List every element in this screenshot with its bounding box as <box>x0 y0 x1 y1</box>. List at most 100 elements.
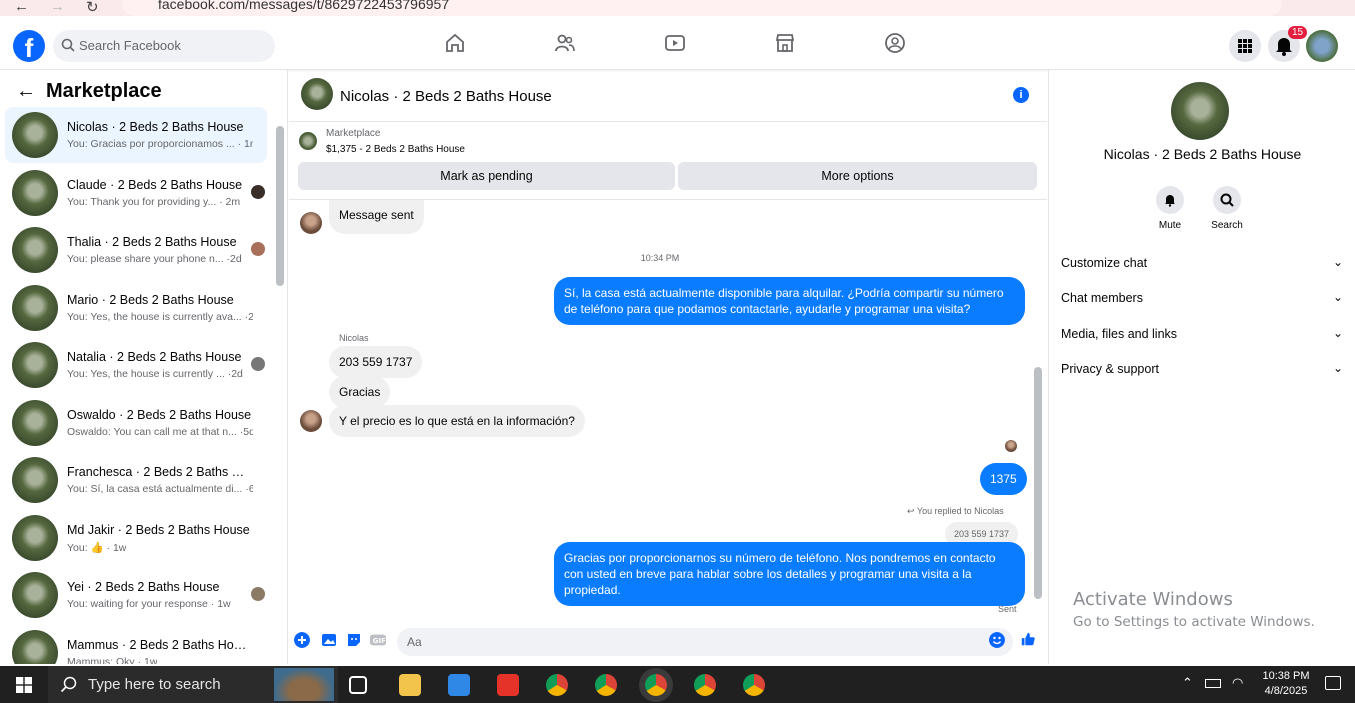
activate-windows-subtitle: Go to Settings to activate Windows. <box>1073 614 1315 630</box>
message-thread-scrollbar[interactable] <box>1034 367 1042 599</box>
reply-indicator: ↩ You replied to Nicolas <box>907 506 1004 516</box>
customize-chat-section[interactable]: Customize chat ⌄ <box>1061 255 1343 270</box>
conversation-item[interactable]: Franchesca · 2 Beds 2 Baths Ho... You: S… <box>5 452 267 508</box>
avatar[interactable] <box>1171 82 1229 140</box>
photo-icon[interactable] <box>321 632 337 648</box>
conversation-preview: You: Yes, the house is currently ... ·2d <box>67 368 243 380</box>
chat-title[interactable]: Nicolas · 2 Beds 2 Baths House <box>340 88 552 105</box>
marketplace-icon[interactable] <box>774 32 796 54</box>
chevron-down-icon: ⌄ <box>1332 290 1343 304</box>
conversation-item[interactable]: Claude · 2 Beds 2 Baths House You: Thank… <box>5 165 267 221</box>
seen-avatar-icon <box>251 185 265 199</box>
chat-header: Nicolas · 2 Beds 2 Baths House i <box>289 70 1047 122</box>
wps-office-icon[interactable] <box>497 674 519 696</box>
sender-name: Nicolas <box>339 333 369 343</box>
marketplace-label: Marketplace <box>326 128 381 139</box>
chat-details-panel: Nicolas · 2 Beds 2 Baths House Mute Sear… <box>1048 70 1355 664</box>
conversation-item[interactable]: Oswaldo · 2 Beds 2 Baths House Oswaldo: … <box>5 395 267 451</box>
taskbar-clock[interactable]: 10:38 PM 4/8/2025 <box>1256 669 1316 699</box>
windows-start-icon[interactable] <box>16 677 32 693</box>
chat-members-section[interactable]: Chat members ⌄ <box>1061 290 1343 305</box>
message-bubble-outgoing: 1375 <box>980 463 1027 495</box>
conversation-name: Franchesca · 2 Beds 2 Baths Ho... <box>67 465 253 479</box>
sender-avatar <box>300 410 322 432</box>
info-icon[interactable]: i <box>1013 87 1029 103</box>
back-arrow-icon[interactable]: ← <box>16 80 36 102</box>
seen-avatar-icon <box>1005 440 1017 452</box>
facebook-logo-icon[interactable]: f <box>13 30 45 63</box>
reload-icon[interactable]: ↻ <box>86 0 99 16</box>
conversation-name: Oswaldo · 2 Beds 2 Baths House <box>67 408 252 422</box>
message-input[interactable]: Aa <box>397 628 1013 656</box>
chrome-profile-icon[interactable] <box>595 674 617 696</box>
search-highlight-image <box>274 668 334 701</box>
conversation-preview: You: Gracias por proporcionamos ... · 1m <box>67 138 253 150</box>
conversation-item[interactable]: Md Jakir · 2 Beds 2 Baths House You: 👍 ·… <box>5 510 267 566</box>
conversation-item[interactable]: Natalia · 2 Beds 2 Baths House You: Yes,… <box>5 337 267 393</box>
emoji-icon[interactable] <box>989 632 1005 648</box>
media-files-links-section[interactable]: Media, files and links ⌄ <box>1061 326 1343 341</box>
seen-avatar-icon <box>251 357 265 371</box>
avatar <box>12 400 58 446</box>
address-bar[interactable]: facebook.com/messages/t/8629722453796957 <box>122 0 1282 16</box>
task-view-icon[interactable] <box>349 676 367 694</box>
mark-as-pending-button[interactable]: Mark as pending <box>298 162 675 190</box>
sticker-icon[interactable] <box>346 632 362 648</box>
microsoft-store-icon[interactable] <box>448 674 470 696</box>
listing-price[interactable]: $1,375 - 2 Beds 2 Baths House <box>326 144 465 155</box>
conversation-preview: You: waiting for your response · 1w <box>67 598 231 610</box>
back-arrow-icon[interactable]: ← <box>14 0 29 15</box>
conversation-preview: You: Sí, la casa está actualmente di... … <box>67 483 253 495</box>
windows-taskbar: Type here to search ⌃ ◠ 10:38 PM 4/8/202… <box>0 666 1355 703</box>
search-in-chat-button[interactable]: Search <box>1197 186 1257 231</box>
avatar[interactable] <box>301 78 333 110</box>
mute-button[interactable]: Mute <box>1140 186 1200 231</box>
chrome-profile-icon[interactable] <box>694 674 716 696</box>
gif-icon[interactable]: GIF <box>370 632 386 648</box>
profile-avatar[interactable] <box>1306 30 1338 62</box>
conversation-name: Yei · 2 Beds 2 Baths House <box>67 580 220 594</box>
home-icon[interactable] <box>444 32 466 54</box>
notification-count-badge: 15 <box>1288 26 1308 39</box>
conversation-name: Md Jakir · 2 Beds 2 Baths House <box>67 523 250 537</box>
facebook-search-input[interactable]: Search Facebook <box>53 30 275 62</box>
conversation-name: Claude · 2 Beds 2 Baths House <box>67 178 243 192</box>
message-bubble-incoming: 203 559 1737 <box>329 346 423 378</box>
friends-icon[interactable] <box>554 32 576 54</box>
conversation-name: Thalia · 2 Beds 2 Baths House <box>67 235 237 249</box>
message-bubble-incoming: Gracias <box>329 376 391 408</box>
conversation-item[interactable]: Yei · 2 Beds 2 Baths House You: waiting … <box>5 567 267 623</box>
conversation-item[interactable]: Mario · 2 Beds 2 Baths House You: Yes, t… <box>5 280 267 336</box>
wifi-icon[interactable]: ◠ <box>1232 675 1243 691</box>
plus-icon[interactable] <box>294 632 310 648</box>
avatar <box>12 227 58 273</box>
menu-grid-icon[interactable] <box>1229 30 1261 62</box>
forward-arrow-icon[interactable]: → <box>50 0 65 15</box>
listing-thumbnail[interactable] <box>299 132 317 150</box>
conversation-item[interactable]: Mammus · 2 Beds 2 Baths House Mammus: Ok… <box>5 625 267 664</box>
chrome-profile-icon[interactable] <box>743 674 765 696</box>
groups-icon[interactable] <box>884 32 906 54</box>
reply-arrow-icon: ↩ <box>907 506 915 516</box>
search-icon <box>61 38 75 52</box>
conversation-item[interactable]: Nicolas · 2 Beds 2 Baths House You: Grac… <box>5 107 267 163</box>
battery-icon[interactable] <box>1205 679 1221 688</box>
contact-name: Nicolas · 2 Beds 2 Baths House <box>1103 146 1302 162</box>
message-status: Sent <box>998 604 1017 614</box>
marketplace-heading: ← Marketplace <box>16 80 162 102</box>
taskbar-search-input[interactable]: Type here to search <box>48 666 338 703</box>
notifications-center-icon[interactable] <box>1325 676 1341 690</box>
conversation-list-scrollbar[interactable] <box>276 126 284 286</box>
conversation-preview: You: please share your phone n... ·2d <box>67 253 242 265</box>
thumbs-up-icon[interactable] <box>1020 631 1036 647</box>
message-bubble-incoming: Message sent <box>329 200 424 234</box>
chevron-up-icon[interactable]: ⌃ <box>1182 675 1193 691</box>
privacy-support-section[interactable]: Privacy & support ⌄ <box>1061 361 1343 376</box>
video-icon[interactable] <box>664 32 686 54</box>
conversation-preview: You: Thank you for providing y... · 2m <box>67 196 241 208</box>
conversation-item[interactable]: Thalia · 2 Beds 2 Baths House You: pleas… <box>5 222 267 278</box>
more-options-button[interactable]: More options <box>678 162 1037 190</box>
chrome-icon[interactable] <box>546 674 568 696</box>
chrome-active-icon[interactable] <box>645 674 667 696</box>
file-explorer-icon[interactable] <box>399 674 421 696</box>
